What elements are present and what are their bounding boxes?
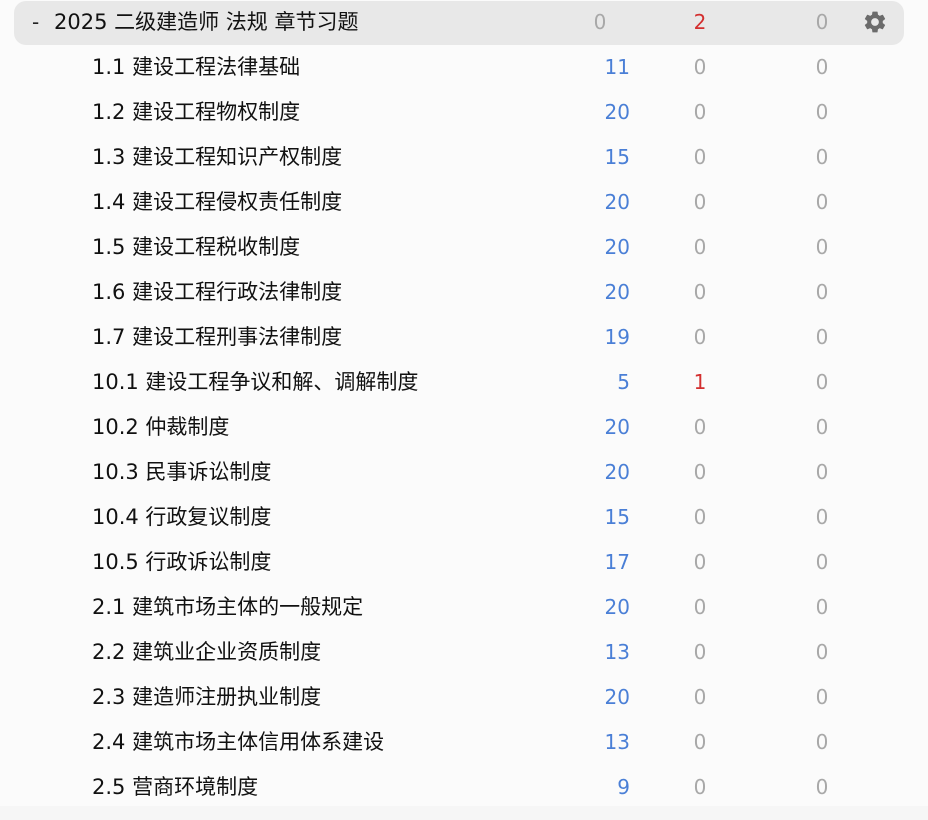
subdeck-row[interactable]: 1.1 建设工程法律基础 11 0 0 [0,45,928,90]
subdeck-row[interactable]: 1.2 建设工程物权制度 20 0 0 [0,90,928,135]
subdeck-due-count: 0 [815,280,829,304]
collapse-toggle[interactable]: - [32,9,39,35]
subdeck-name[interactable]: 10.5 行政诉讼制度 [92,549,271,575]
subdeck-learn-count: 0 [693,640,707,664]
subdeck-new-count: 11 [604,55,630,79]
subdeck-learn-count: 0 [693,685,707,709]
subdeck-name[interactable]: 1.6 建设工程行政法律制度 [92,279,342,305]
subdeck-due-count: 0 [815,640,829,664]
subdeck-due-count: 0 [815,505,829,529]
subdeck-new-count: 15 [604,505,630,529]
subdeck-new-count: 15 [604,145,630,169]
subdeck-row[interactable]: 2.2 建筑业企业资质制度 13 0 0 [0,630,928,675]
subdeck-due-count: 0 [815,370,829,394]
subdeck-name[interactable]: 10.4 行政复议制度 [92,504,271,530]
subdeck-learn-count: 0 [693,55,707,79]
subdeck-name[interactable]: 1.7 建设工程刑事法律制度 [92,324,342,350]
subdeck-name[interactable]: 2.2 建筑业企业资质制度 [92,639,321,665]
subdeck-row[interactable]: 2.1 建筑市场主体的一般规定 20 0 0 [0,585,928,630]
subdeck-row[interactable]: 10.5 行政诉讼制度 17 0 0 [0,540,928,585]
deck-name[interactable]: 2025 二级建造师 法规 章节习题 [54,9,358,35]
subdeck-row[interactable]: 2.4 建筑市场主体信用体系建设 13 0 0 [0,720,928,765]
deck-due-count: 0 [815,10,829,34]
subdeck-row[interactable]: 1.3 建设工程知识产权制度 15 0 0 [0,135,928,180]
subdeck-due-count: 0 [815,190,829,214]
subdeck-learn-count: 0 [693,235,707,259]
subdeck-learn-count: 0 [693,730,707,754]
deck-list: - 2025 二级建造师 法规 章节习题 0 2 0 1.1 建设工程法律基础 1… [0,0,928,806]
subdeck-new-count: 19 [604,325,630,349]
subdeck-due-count: 0 [815,550,829,574]
deck-new-count: 0 [593,10,607,34]
subdeck-row[interactable]: 10.3 民事诉讼制度 20 0 0 [0,450,928,495]
deck-learn-count: 2 [693,10,707,34]
subdeck-due-count: 0 [815,235,829,259]
subdeck-name[interactable]: 10.1 建设工程争议和解、调解制度 [92,369,418,395]
subdeck-row[interactable]: 10.2 仲裁制度 20 0 0 [0,405,928,450]
subdeck-new-count: 20 [604,235,630,259]
subdeck-name[interactable]: 1.4 建设工程侵权责任制度 [92,189,342,215]
subdeck-due-count: 0 [815,730,829,754]
subdeck-row[interactable]: 10.1 建设工程争议和解、调解制度 5 1 0 [0,360,928,405]
subdeck-learn-count: 0 [693,775,707,799]
subdeck-new-count: 20 [604,685,630,709]
subdeck-row[interactable]: 2.3 建造师注册执业制度 20 0 0 [0,675,928,720]
subdeck-name[interactable]: 10.3 民事诉讼制度 [92,459,271,485]
subdeck-due-count: 0 [815,595,829,619]
subdeck-new-count: 9 [617,775,630,799]
subdeck-row[interactable]: 1.6 建设工程行政法律制度 20 0 0 [0,270,928,315]
subdeck-name[interactable]: 1.5 建设工程税收制度 [92,234,300,260]
subdeck-new-count: 20 [604,100,630,124]
subdeck-name[interactable]: 10.2 仲裁制度 [92,414,229,440]
subdeck-learn-count: 0 [693,190,707,214]
subdeck-name[interactable]: 2.4 建筑市场主体信用体系建设 [92,729,384,755]
subdeck-new-count: 5 [617,370,630,394]
subdeck-new-count: 13 [604,640,630,664]
subdeck-due-count: 0 [815,325,829,349]
subdeck-new-count: 20 [604,415,630,439]
subdeck-name[interactable]: 2.3 建造师注册执业制度 [92,684,321,710]
subdeck-new-count: 17 [604,550,630,574]
subdeck-row[interactable]: 1.5 建设工程税收制度 20 0 0 [0,225,928,270]
subdeck-name[interactable]: 2.5 营商环境制度 [92,774,258,800]
subdeck-learn-count: 0 [693,325,707,349]
subdeck-learn-count: 0 [693,550,707,574]
subdeck-due-count: 0 [815,685,829,709]
subdeck-due-count: 0 [815,415,829,439]
deck-row[interactable]: - 2025 二级建造师 法规 章节习题 0 2 0 [0,0,928,45]
subdeck-row[interactable]: 1.4 建设工程侵权责任制度 20 0 0 [0,180,928,225]
subdeck-due-count: 0 [815,460,829,484]
subdeck-learn-count: 0 [693,100,707,124]
subdeck-name[interactable]: 1.2 建设工程物权制度 [92,99,300,125]
subdeck-learn-count: 0 [693,145,707,169]
gear-icon[interactable] [862,9,888,35]
subdeck-due-count: 0 [815,145,829,169]
subdeck-name[interactable]: 1.1 建设工程法律基础 [92,54,300,80]
subdeck-due-count: 0 [815,55,829,79]
subdeck-learn-count: 0 [693,460,707,484]
subdeck-row[interactable]: 10.4 行政复议制度 15 0 0 [0,495,928,540]
subdeck-new-count: 20 [604,460,630,484]
subdeck-learn-count: 0 [693,415,707,439]
subdeck-new-count: 20 [604,280,630,304]
subdeck-name[interactable]: 2.1 建筑市场主体的一般规定 [92,594,363,620]
subdeck-row[interactable]: 2.5 营商环境制度 9 0 0 [0,765,928,810]
subdeck-learn-count: 0 [693,505,707,529]
subdeck-learn-count: 0 [693,595,707,619]
subdeck-name[interactable]: 1.3 建设工程知识产权制度 [92,144,342,170]
subdeck-new-count: 13 [604,730,630,754]
subdeck-row[interactable]: 1.7 建设工程刑事法律制度 19 0 0 [0,315,928,360]
subdeck-due-count: 0 [815,100,829,124]
subdeck-new-count: 20 [604,595,630,619]
subdeck-learn-count: 0 [693,280,707,304]
subdeck-new-count: 20 [604,190,630,214]
subdeck-learn-count: 1 [693,370,707,394]
subdeck-due-count: 0 [815,775,829,799]
